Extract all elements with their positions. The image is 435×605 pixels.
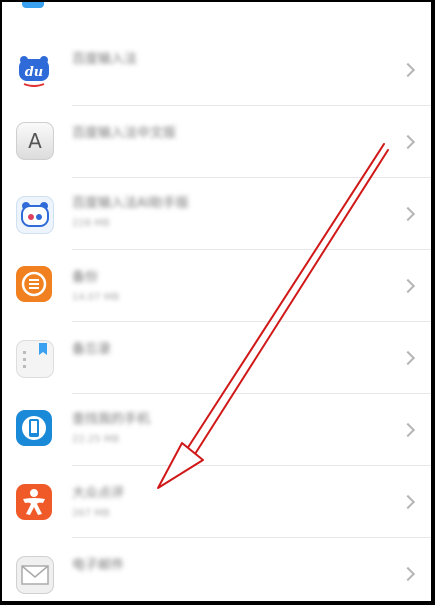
annotation-arrow [157, 143, 389, 489]
app-list-screen: du 百度输入法 A 百度输入法中文版 百度输入法AI助手版 228 MB 备份… [2, 2, 431, 601]
